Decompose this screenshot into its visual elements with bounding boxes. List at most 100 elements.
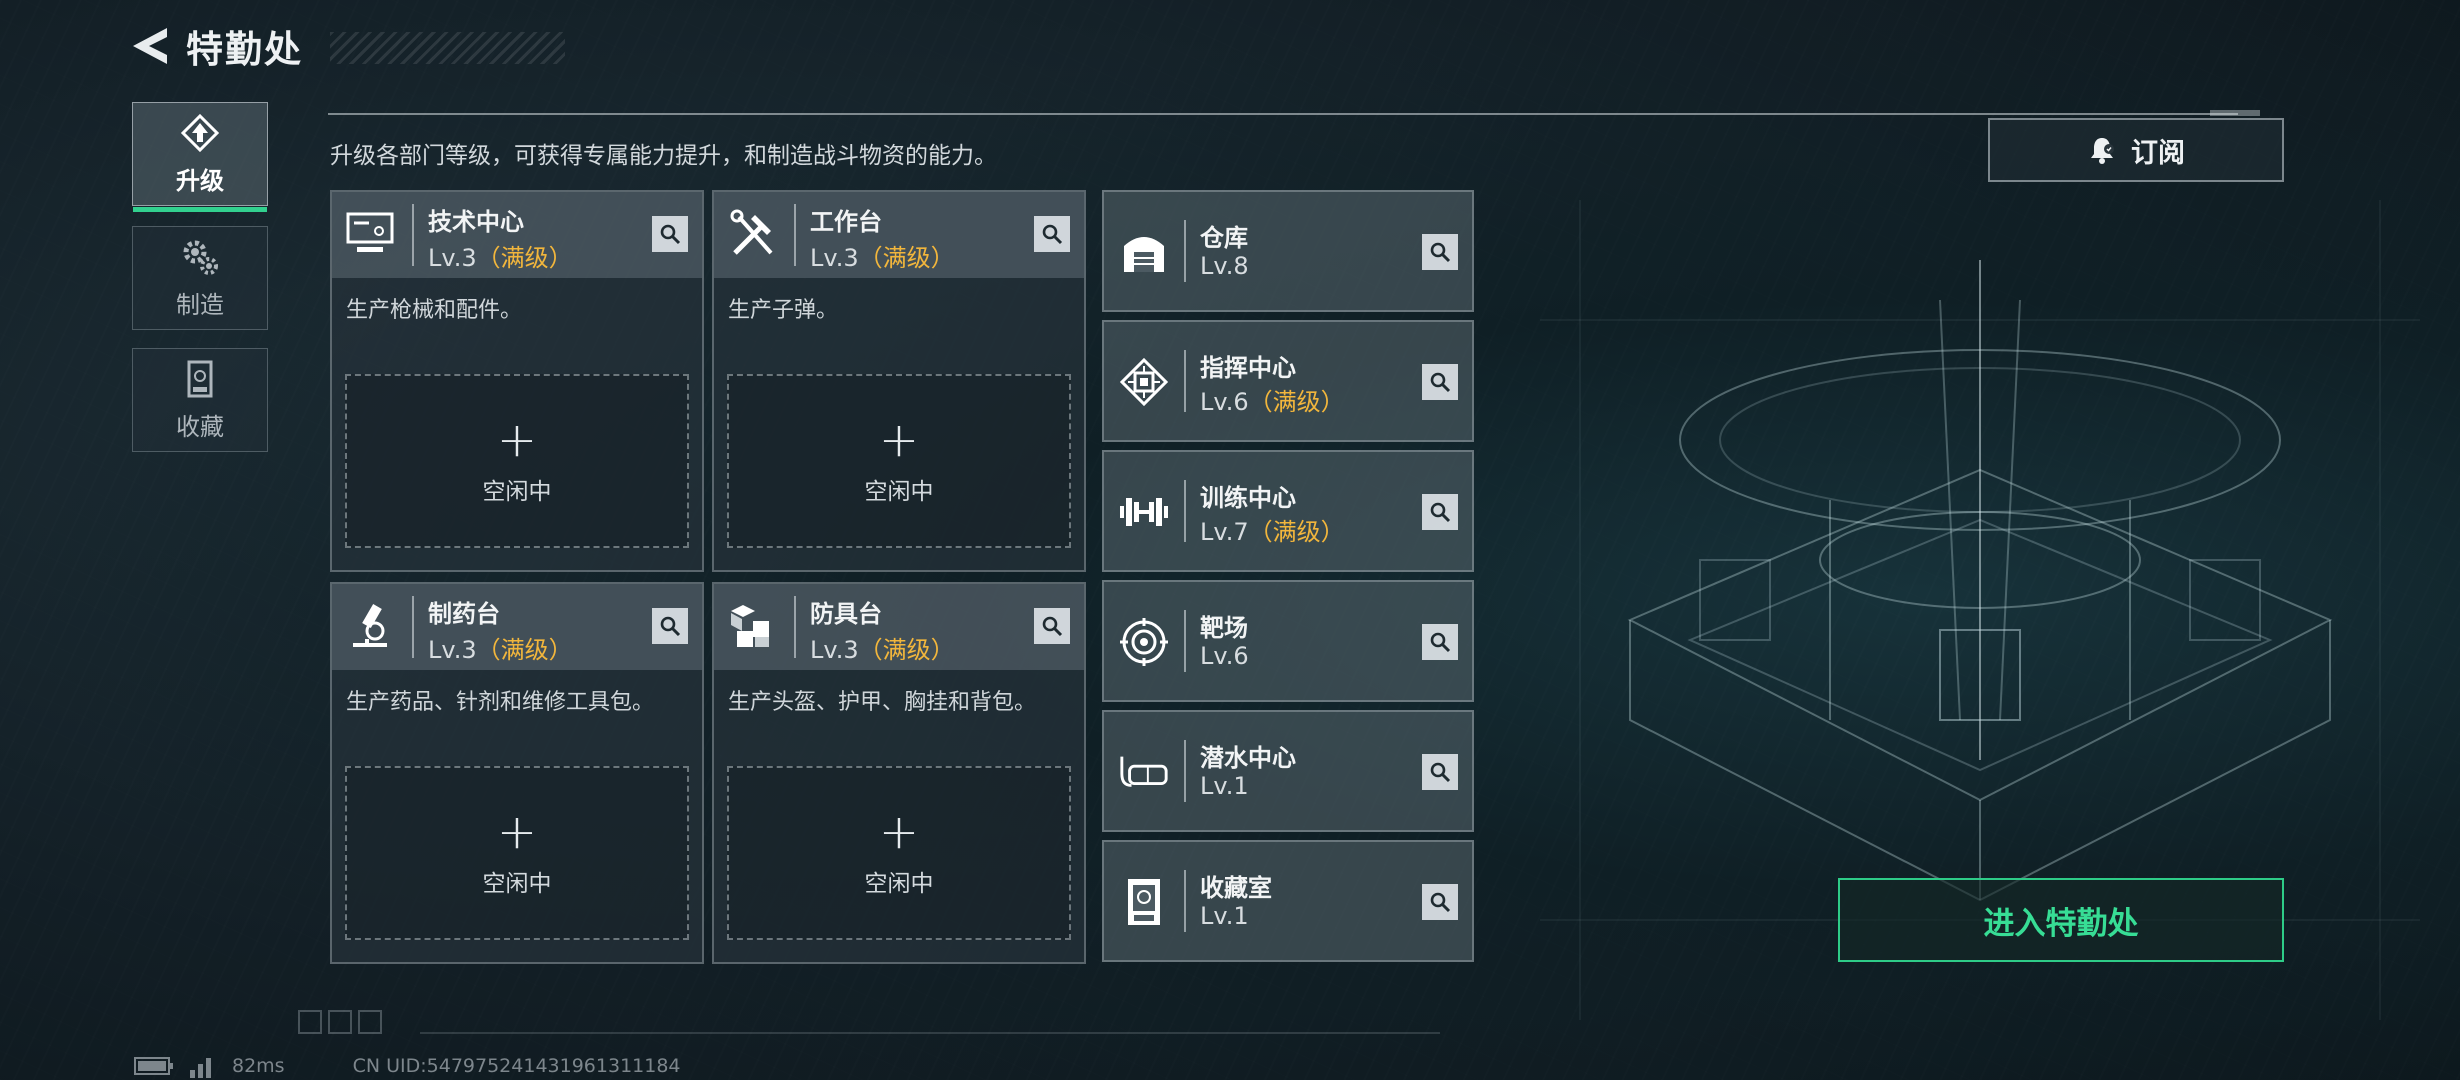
facility-card-diving-center[interactable]: 潜水中心 Lv.1: [1102, 710, 1474, 832]
search-icon: [1042, 224, 1063, 245]
level-value: Lv.7: [1200, 518, 1249, 546]
cubes-icon: [726, 600, 778, 652]
tab-upgrade[interactable]: 升级: [132, 102, 268, 212]
warehouse-icon: [1118, 226, 1170, 278]
ping-value: 82ms: [232, 1055, 285, 1077]
microscope-icon: [344, 600, 396, 652]
tab-collection[interactable]: 收藏: [132, 348, 268, 452]
workstation-description: 生产头盔、护甲、胸挂和背包。: [728, 690, 1037, 715]
chip-icon: [1118, 356, 1170, 408]
battery-icon: [134, 1057, 173, 1075]
slot-status: 空闲中: [482, 871, 552, 897]
enter-special-ops-button[interactable]: 进入特勤处: [1838, 878, 2284, 962]
production-slot[interactable]: + 空闲中: [727, 766, 1071, 940]
subscribe-label: 订阅: [2131, 137, 2185, 169]
diving-mask-icon: [1118, 746, 1170, 798]
back-arrow-icon: [133, 28, 167, 64]
facility-card-command-center[interactable]: 指挥中心 Lv.6（满级）: [1102, 320, 1474, 442]
search-icon: [660, 224, 681, 245]
production-slot[interactable]: + 空闲中: [345, 766, 689, 940]
header-separator: [1184, 740, 1186, 802]
workstation-level: Lv.3（满级）: [810, 630, 955, 665]
card-header: 防具台 Lv.3（满级）: [714, 584, 1084, 670]
workstation-card-tech-center[interactable]: 技术中心 Lv.3（满级） 生产枪械和配件。 + 空闲中: [330, 190, 704, 572]
level-value: Lv.6: [1200, 642, 1249, 670]
search-icon: [1430, 372, 1451, 393]
add-icon: +: [496, 412, 538, 468]
facility-card-collection-room[interactable]: 收藏室 Lv.1: [1102, 840, 1474, 962]
workstation-card-workbench[interactable]: 工作台 Lv.3（满级） 生产子弹。 + 空闲中: [712, 190, 1086, 572]
subscribe-button[interactable]: 订阅: [1988, 118, 2284, 182]
status-bar: 82ms CN UID:547975241431961311184: [134, 1054, 681, 1078]
max-level-tag: （满级）: [1248, 518, 1345, 546]
gears-icon: [183, 240, 218, 275]
facility-name: 潜水中心: [1200, 744, 1296, 772]
inspect-button[interactable]: [1422, 624, 1458, 660]
dumbbell-icon: [1118, 486, 1170, 538]
inspect-button[interactable]: [1034, 216, 1070, 252]
inspect-button[interactable]: [652, 216, 688, 252]
page-description: 升级各部门等级，可获得专属能力提升，和制造战斗物资的能力。: [330, 143, 997, 169]
workstation-description: 生产子弹。: [728, 298, 839, 323]
workstation-name: 技术中心: [428, 208, 524, 236]
header-separator: [1184, 870, 1186, 932]
back-button[interactable]: [130, 24, 170, 68]
add-icon: +: [496, 804, 538, 860]
level-value: Lv.3: [428, 636, 477, 664]
display-case-icon: [187, 360, 213, 397]
tools-icon: [726, 208, 778, 260]
max-level-tag: （满级）: [858, 636, 955, 664]
search-icon: [1430, 242, 1451, 263]
workstation-name: 防具台: [810, 600, 882, 628]
top-divider-accent: [2210, 110, 2260, 116]
level-value: Lv.1: [1200, 902, 1249, 930]
monitor-icon: [344, 208, 396, 260]
inspect-button[interactable]: [1422, 494, 1458, 530]
inspect-button[interactable]: [1422, 884, 1458, 920]
facility-name: 仓库: [1200, 224, 1248, 252]
facility-card-shooting-range[interactable]: 靶场 Lv.6: [1102, 580, 1474, 702]
add-icon: +: [878, 804, 920, 860]
facility-level: Lv.6（满级）: [1200, 382, 1345, 417]
production-slot[interactable]: + 空闲中: [345, 374, 689, 548]
inspect-button[interactable]: [652, 608, 688, 644]
inspect-button[interactable]: [1422, 754, 1458, 790]
footer-decoration: [298, 1010, 382, 1034]
facility-level: Lv.1: [1200, 772, 1249, 800]
tab-collection-label: 收藏: [176, 412, 224, 441]
slot-status: 空闲中: [864, 479, 934, 505]
tab-craft-label: 制造: [176, 290, 224, 319]
facility-name: 收藏室: [1200, 874, 1272, 902]
search-icon: [1430, 632, 1451, 653]
inspect-button[interactable]: [1034, 608, 1070, 644]
page-title: 特勤处: [186, 28, 303, 71]
workstation-name: 制药台: [428, 600, 500, 628]
facility-name: 指挥中心: [1200, 354, 1296, 382]
workstation-card-armor-bench[interactable]: 防具台 Lv.3（满级） 生产头盔、护甲、胸挂和背包。 + 空闲中: [712, 582, 1086, 964]
header-separator: [412, 204, 414, 266]
search-icon: [1430, 502, 1451, 523]
workstation-description: 生产枪械和配件。: [346, 298, 523, 323]
workstation-level: Lv.3（满级）: [428, 630, 573, 665]
facility-level: Lv.1: [1200, 902, 1249, 930]
display-case-icon: [1118, 876, 1170, 928]
facility-card-training-center[interactable]: 训练中心 Lv.7（满级）: [1102, 450, 1474, 572]
page-header: 特勤处: [130, 24, 303, 71]
facility-level: Lv.7（满级）: [1200, 512, 1345, 547]
search-icon: [1430, 892, 1451, 913]
inspect-button[interactable]: [1422, 234, 1458, 270]
header-separator: [1184, 610, 1186, 672]
tab-upgrade-label: 升级: [176, 166, 224, 195]
facility-card-warehouse[interactable]: 仓库 Lv.8: [1102, 190, 1474, 312]
production-slot[interactable]: + 空闲中: [727, 374, 1071, 548]
card-header: 技术中心 Lv.3（满级）: [332, 192, 702, 278]
search-icon: [1430, 762, 1451, 783]
facility-level: Lv.8: [1200, 252, 1249, 280]
inspect-button[interactable]: [1422, 364, 1458, 400]
workstation-card-pharmacy[interactable]: 制药台 Lv.3（满级） 生产药品、针剂和维修工具包。 + 空闲中: [330, 582, 704, 964]
level-value: Lv.3: [810, 636, 859, 664]
level-value: Lv.1: [1200, 772, 1249, 800]
max-level-tag: （满级）: [476, 244, 573, 272]
level-value: Lv.3: [810, 244, 859, 272]
tab-craft[interactable]: 制造: [132, 226, 268, 330]
